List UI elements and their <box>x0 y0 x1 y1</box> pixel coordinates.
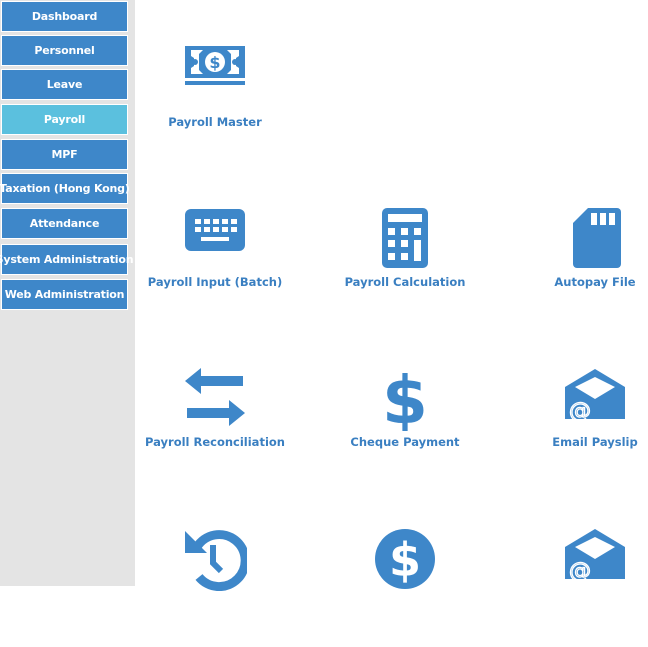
sidebar-item-dashboard[interactable]: Dashboard <box>1 1 128 32</box>
tile-payroll-master[interactable]: $ Payroll Master <box>140 40 290 160</box>
svg-text:$: $ <box>382 367 428 431</box>
tile-label: Payroll Calculation <box>344 275 466 289</box>
tile-history[interactable] <box>140 527 290 647</box>
money-bill-icon: $ <box>185 46 245 85</box>
tile-dollar-circle[interactable]: $ <box>330 527 480 647</box>
tile-autopay-file[interactable]: Autopay File <box>520 207 648 327</box>
sidebar-item-attendance[interactable]: Attendance <box>1 208 128 239</box>
tile-payroll-input-batch[interactable]: Payroll Input (Batch) <box>140 207 290 327</box>
sidebar-item-system-administration[interactable]: System Administration <box>0 244 134 275</box>
sidebar: Dashboard Personnel Leave Payroll MPF Ta… <box>0 0 135 586</box>
dollar-circle-icon: $ <box>375 529 435 589</box>
exchange-arrows-icon <box>185 368 245 426</box>
svg-text:$: $ <box>389 533 421 587</box>
tile-payroll-reconciliation[interactable]: Payroll Reconciliation <box>140 367 290 487</box>
svg-text:@: @ <box>569 559 591 584</box>
sidebar-item-mpf[interactable]: MPF <box>1 139 128 170</box>
svg-text:@: @ <box>569 399 591 424</box>
svg-text:$: $ <box>209 53 220 72</box>
sd-card-icon <box>573 208 621 268</box>
tile-payroll-calculation[interactable]: Payroll Calculation <box>330 207 480 327</box>
tile-label: Cheque Payment <box>350 435 460 449</box>
tile-cheque-payment[interactable]: $ Cheque Payment <box>330 367 480 487</box>
sidebar-item-web-administration[interactable]: Web Administration <box>1 279 128 310</box>
dollar-sign-icon: $ <box>382 367 428 431</box>
tile-label: Payroll Input (Batch) <box>147 275 283 289</box>
tile-label: Email Payslip <box>552 435 638 449</box>
sidebar-item-personnel[interactable]: Personnel <box>1 35 128 66</box>
calculator-icon <box>382 208 428 268</box>
sidebar-item-payroll[interactable]: Payroll <box>1 104 128 135</box>
tile-label: Payroll Master <box>168 115 262 129</box>
envelope-at-icon: @ <box>565 369 625 425</box>
sidebar-item-taxation[interactable]: Taxation (Hong Kong) <box>0 173 130 204</box>
history-clock-icon <box>185 530 247 591</box>
tile-label: Payroll Reconciliation <box>145 435 285 449</box>
envelope-at-icon: @ <box>565 529 625 585</box>
keyboard-icon <box>185 209 245 251</box>
tile-email[interactable]: @ <box>520 527 648 647</box>
tile-email-payslip[interactable]: @ Email Payslip <box>520 367 648 487</box>
sidebar-item-leave[interactable]: Leave <box>1 69 128 100</box>
tile-label: Autopay File <box>554 275 636 289</box>
